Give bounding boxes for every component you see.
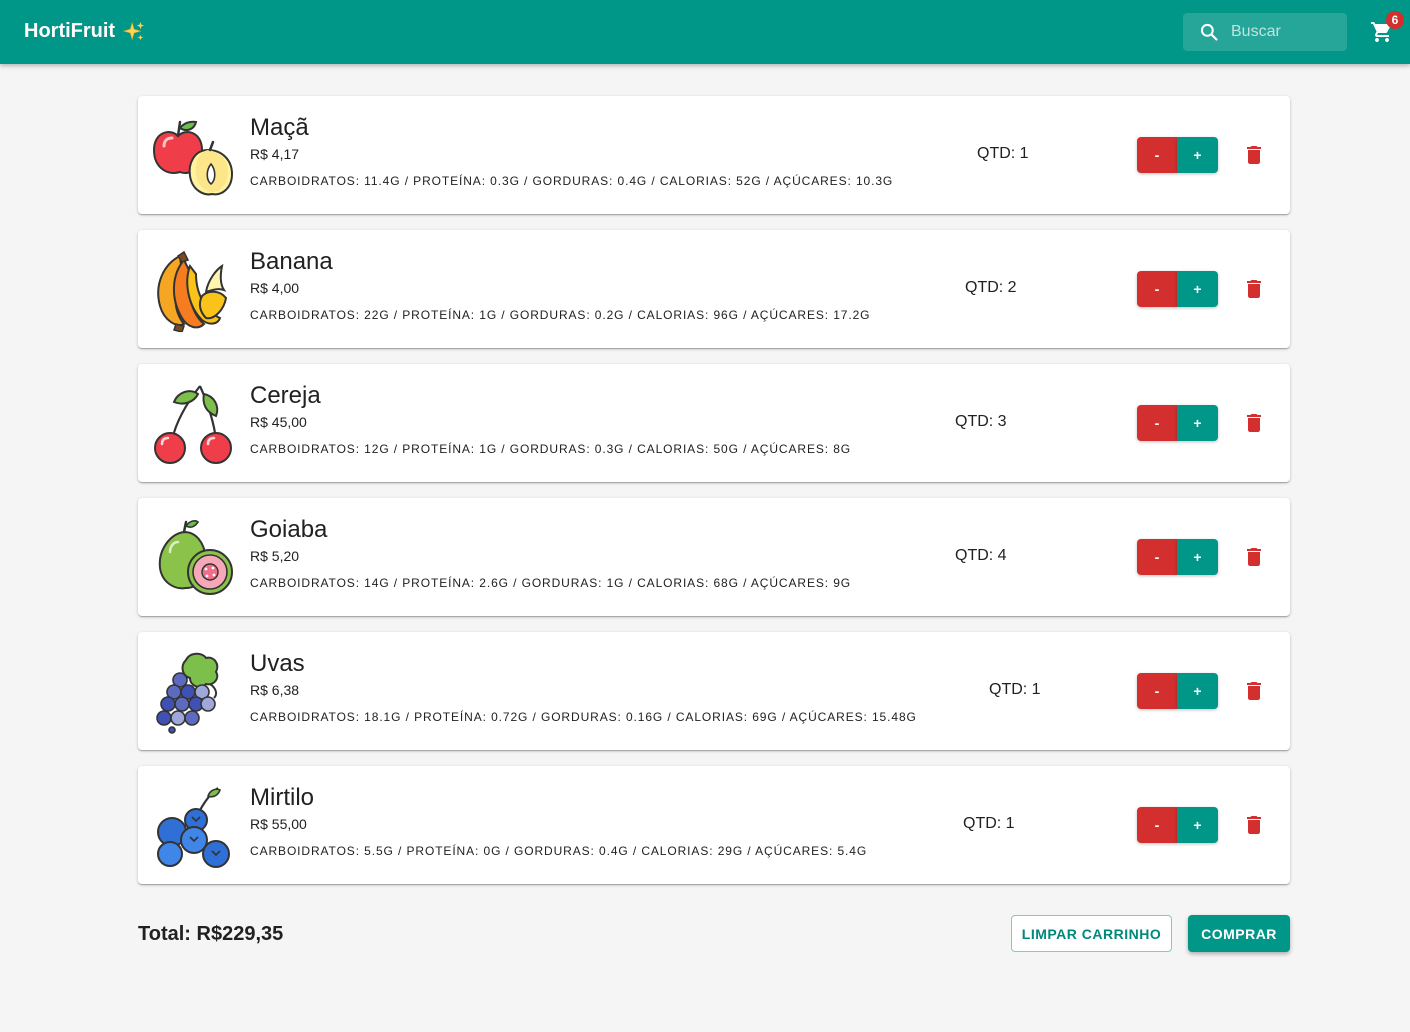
cart-count-badge: 6 [1386,11,1404,29]
banana-icon [157,250,228,332]
checkout-button[interactable]: COMPRAR [1188,915,1290,952]
search-icon [1200,23,1218,41]
cart-item-card: Cereja R$ 45,00 Carboidratos: 12g / Prot… [138,364,1290,482]
decrease-quantity-button[interactable]: - [1137,271,1177,307]
apple-icon [152,120,234,196]
delete-icon[interactable] [1242,143,1266,167]
increase-quantity-button[interactable]: + [1177,137,1218,173]
item-quantity: QTD: 1 [989,681,1041,698]
decrease-quantity-button[interactable]: - [1137,807,1177,843]
increase-quantity-button[interactable]: + [1177,405,1218,441]
item-nutrition: Carboidratos: 11.4g / Proteína: 0.3g / G… [250,174,894,188]
item-price: R$ 4,17 [250,146,300,162]
clear-cart-button[interactable]: LIMPAR CARRINHO [1011,915,1172,952]
cart-item-card: Banana R$ 4,00 Carboidratos: 22g / Prote… [138,230,1290,348]
item-quantity: QTD: 1 [963,815,1015,832]
cart-item-card: Goiaba R$ 5,20 Carboidratos: 14g / Prote… [138,498,1290,616]
delete-icon[interactable] [1242,813,1266,837]
increase-quantity-button[interactable]: + [1177,539,1218,575]
item-quantity: QTD: 3 [955,413,1007,430]
item-quantity: QTD: 2 [965,279,1017,296]
item-name: Goiaba [250,516,328,543]
item-price: R$ 4,00 [250,280,300,296]
blueberry-icon [157,787,230,868]
decrease-quantity-button[interactable]: - [1137,405,1177,441]
item-price: R$ 5,20 [250,548,300,564]
cart-list: Maçã R$ 4,17 Carboidratos: 11.4g / Prote… [138,96,1290,900]
cart-item-card: Maçã R$ 4,17 Carboidratos: 11.4g / Prote… [138,96,1290,214]
brand[interactable]: HortiFruit [24,20,145,43]
item-price: R$ 6,38 [250,682,300,698]
delete-icon[interactable] [1242,411,1266,435]
item-name: Maçã [250,114,309,141]
delete-icon[interactable] [1242,545,1266,569]
search-input[interactable] [1231,13,1341,51]
item-nutrition: Carboidratos: 12g / Proteína: 1g / Gordu… [250,442,852,456]
increase-quantity-button[interactable]: + [1177,271,1218,307]
item-name: Mirtilo [250,784,314,811]
item-quantity: QTD: 1 [977,145,1029,162]
search-box [1183,13,1347,51]
decrease-quantity-button[interactable]: - [1137,539,1177,575]
delete-icon[interactable] [1242,679,1266,703]
item-name: Banana [250,248,333,275]
increase-quantity-button[interactable]: + [1177,807,1218,843]
cart-item-card: Mirtilo R$ 55,00 Carboidratos: 5.5g / Pr… [138,766,1290,884]
guava-icon [158,520,233,595]
delete-icon[interactable] [1242,277,1266,301]
item-name: Uvas [250,650,305,677]
cherry-icon [154,385,232,464]
app-title: HortiFruit [24,20,116,42]
item-nutrition: Carboidratos: 22g / Proteína: 1g / Gordu… [250,308,871,322]
grapes-icon [156,652,219,734]
app-bar: HortiFruit 6 [0,0,1410,64]
sparkles-icon [123,21,145,40]
item-name: Cereja [250,382,321,409]
decrease-quantity-button[interactable]: - [1137,673,1177,709]
decrease-quantity-button[interactable]: - [1137,137,1177,173]
item-price: R$ 55,00 [250,816,307,832]
item-nutrition: Carboidratos: 14g / Proteína: 2.6g / Gor… [250,576,852,590]
item-quantity: QTD: 4 [955,547,1007,564]
cart-item-card: Uvas R$ 6,38 Carboidratos: 18.1g / Prote… [138,632,1290,750]
increase-quantity-button[interactable]: + [1177,673,1218,709]
item-nutrition: Carboidratos: 5.5g / Proteína: 0g / Gord… [250,844,868,858]
cart-total: Total: R$229,35 [138,923,284,945]
item-price: R$ 45,00 [250,414,307,430]
item-nutrition: Carboidratos: 18.1g / Proteína: 0.72g / … [250,710,917,724]
